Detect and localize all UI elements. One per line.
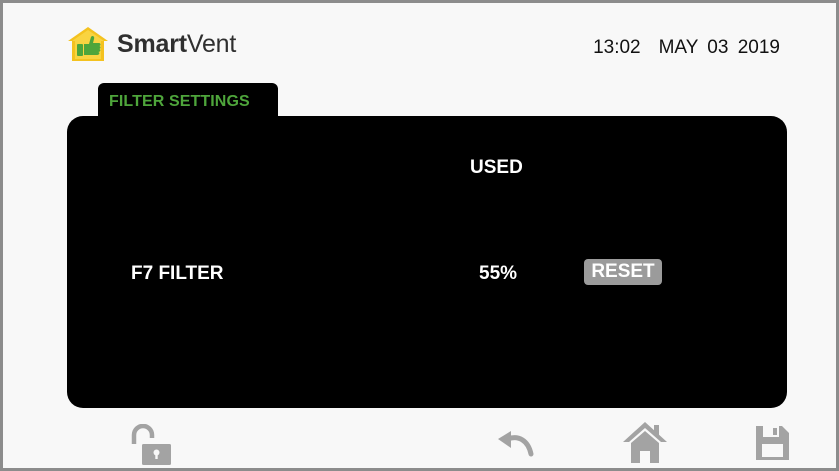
brand-name-bold: Smart <box>117 29 187 58</box>
brand-name: SmartVent <box>117 29 237 58</box>
tab-filter-settings[interactable]: FILTER SETTINGS <box>98 83 278 119</box>
filter-used-value: 55% <box>479 263 518 284</box>
smartvent-logo: SmartVent <box>67 26 236 62</box>
clock-date: MAY 03 2019 <box>658 37 780 58</box>
reset-button[interactable]: RESET <box>584 259 662 285</box>
save-icon[interactable] <box>754 424 790 462</box>
home-icon[interactable] <box>622 420 668 464</box>
used-column-header: USED <box>470 157 523 178</box>
filter-name: F7 FILTER <box>131 263 224 284</box>
controller-screen: SmartVent 13:02 MAY 03 2019 FILTER SETTIN… <box>0 0 839 471</box>
brand-name-regular: Vent <box>186 29 237 58</box>
back-icon[interactable] <box>498 430 534 458</box>
filter-settings-panel: USED F7 FILTER 55% RESET <box>67 116 787 408</box>
clock-time: 13:02 <box>593 37 641 58</box>
datetime-display: 13:02 MAY 03 2019 <box>593 37 780 59</box>
unlock-icon[interactable] <box>129 424 173 466</box>
house-thumbs-up-icon <box>68 27 108 61</box>
